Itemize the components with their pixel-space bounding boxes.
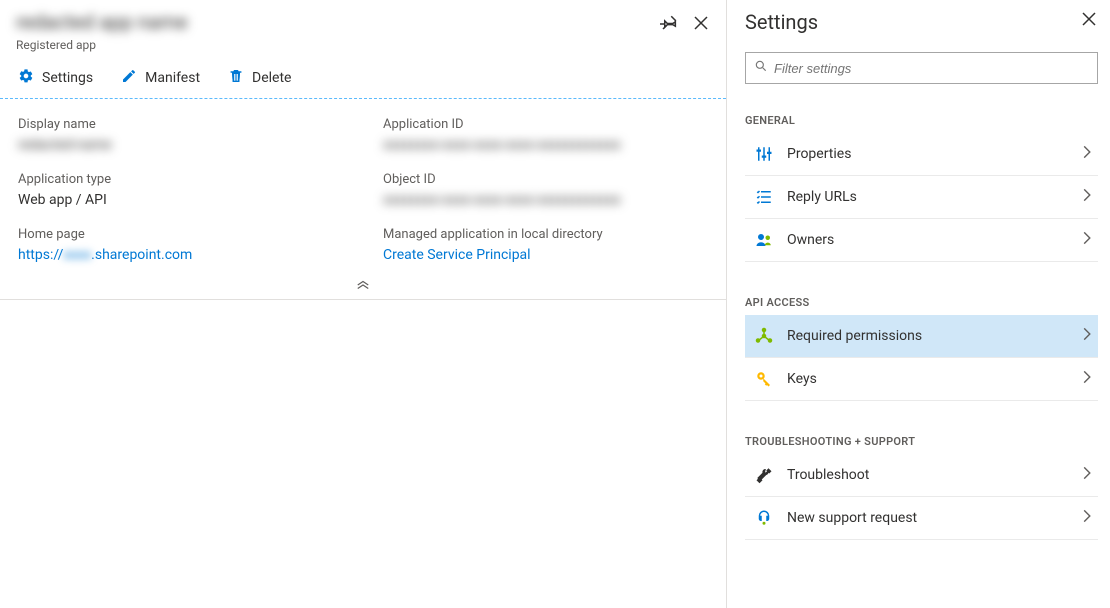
item-label: Troubleshoot [787, 467, 1082, 483]
key-icon [755, 370, 773, 388]
menu-properties[interactable]: Properties [745, 133, 1098, 176]
settings-label: Settings [42, 70, 93, 86]
field-value: xxxxxxxx-xxxx-xxxx-xxxx-xxxxxxxxxxxx [383, 136, 708, 154]
section-support: TROUBLESHOOTING + SUPPORT [745, 435, 1098, 448]
field-label: Application ID [383, 117, 708, 132]
menu-reply-urls[interactable]: Reply URLs [745, 176, 1098, 219]
trash-icon [228, 68, 244, 88]
chevron-right-icon [1082, 370, 1092, 388]
manifest-button[interactable]: Manifest [121, 68, 200, 88]
hp-prefix: https:// [18, 247, 63, 263]
settings-title: Settings [745, 10, 1080, 34]
owners-icon [755, 231, 773, 249]
chevron-right-icon [1082, 231, 1092, 249]
delete-button[interactable]: Delete [228, 68, 291, 88]
field-object-id: Object ID xxxxxxxx-xxxx-xxxx-xxxx-xxxxxx… [383, 172, 708, 209]
delete-label: Delete [252, 70, 291, 86]
item-label: Required permissions [787, 328, 1082, 344]
section-general: GENERAL [745, 114, 1098, 127]
search-icon [754, 59, 774, 77]
item-label: Owners [787, 232, 1082, 248]
support-icon [755, 509, 773, 527]
pin-icon[interactable] [660, 14, 678, 32]
toolbar: Settings Manifest Delete [0, 58, 726, 99]
create-service-principal-link[interactable]: Create Service Principal [383, 246, 708, 264]
menu-keys[interactable]: Keys [745, 358, 1098, 401]
settings-blade: Settings GENERAL Properties Reply URLs O… [726, 0, 1110, 608]
menu-required-permissions[interactable]: Required permissions [745, 315, 1098, 358]
menu-owners[interactable]: Owners [745, 219, 1098, 262]
details-grid: Display name redacted-name Application I… [0, 99, 726, 275]
close-icon[interactable] [692, 14, 710, 32]
collapse-toggle[interactable] [0, 275, 726, 300]
pencil-icon [121, 68, 137, 88]
chevron-right-icon [1082, 327, 1092, 345]
field-value: xxxxxxxx-xxxx-xxxx-xxxx-xxxxxxxxxxxx [383, 191, 708, 209]
list-icon [755, 188, 773, 206]
field-managed-app: Managed application in local directory C… [383, 227, 708, 264]
chevron-right-icon [1082, 145, 1092, 163]
menu-troubleshoot[interactable]: Troubleshoot [745, 454, 1098, 497]
field-label: Display name [18, 117, 343, 132]
field-display-name: Display name redacted-name [18, 117, 343, 154]
section-api: API ACCESS [745, 296, 1098, 309]
field-value: redacted-name [18, 136, 343, 154]
chevron-right-icon [1082, 466, 1092, 484]
close-icon[interactable] [1080, 10, 1098, 28]
item-label: Properties [787, 146, 1082, 162]
item-label: Reply URLs [787, 189, 1082, 205]
hp-suffix: .sharepoint.com [91, 247, 192, 263]
wrench-icon [755, 466, 773, 484]
menu-new-support-request[interactable]: New support request [745, 497, 1098, 540]
filter-settings-wrap[interactable] [745, 52, 1098, 84]
blade-title: redacted app name [16, 10, 660, 34]
blade-subtitle: Registered app [16, 38, 660, 52]
chevron-up-icon [356, 279, 370, 293]
registered-app-blade: redacted app name Registered app Setting… [0, 0, 726, 608]
blade-header: redacted app name Registered app [0, 0, 726, 58]
chevron-right-icon [1082, 509, 1092, 527]
settings-header: Settings [745, 10, 1098, 34]
home-page-link[interactable]: https://xxxx.sharepoint.com [18, 246, 343, 264]
field-home-page: Home page https://xxxx.sharepoint.com [18, 227, 343, 264]
gear-icon [18, 68, 34, 88]
field-label: Application type [18, 172, 343, 187]
chevron-right-icon [1082, 188, 1092, 206]
settings-button[interactable]: Settings [18, 68, 93, 88]
sliders-icon [755, 145, 773, 163]
item-label: Keys [787, 371, 1082, 387]
manifest-label: Manifest [145, 70, 200, 86]
field-label: Managed application in local directory [383, 227, 708, 242]
field-label: Home page [18, 227, 343, 242]
filter-settings-input[interactable] [774, 61, 1089, 76]
field-label: Object ID [383, 172, 708, 187]
field-application-id: Application ID xxxxxxxx-xxxx-xxxx-xxxx-x… [383, 117, 708, 154]
field-application-type: Application type Web app / API [18, 172, 343, 209]
item-label: New support request [787, 510, 1082, 526]
permissions-icon [755, 327, 773, 345]
field-value: Web app / API [18, 191, 343, 209]
hp-blur: xxxx [63, 246, 91, 264]
